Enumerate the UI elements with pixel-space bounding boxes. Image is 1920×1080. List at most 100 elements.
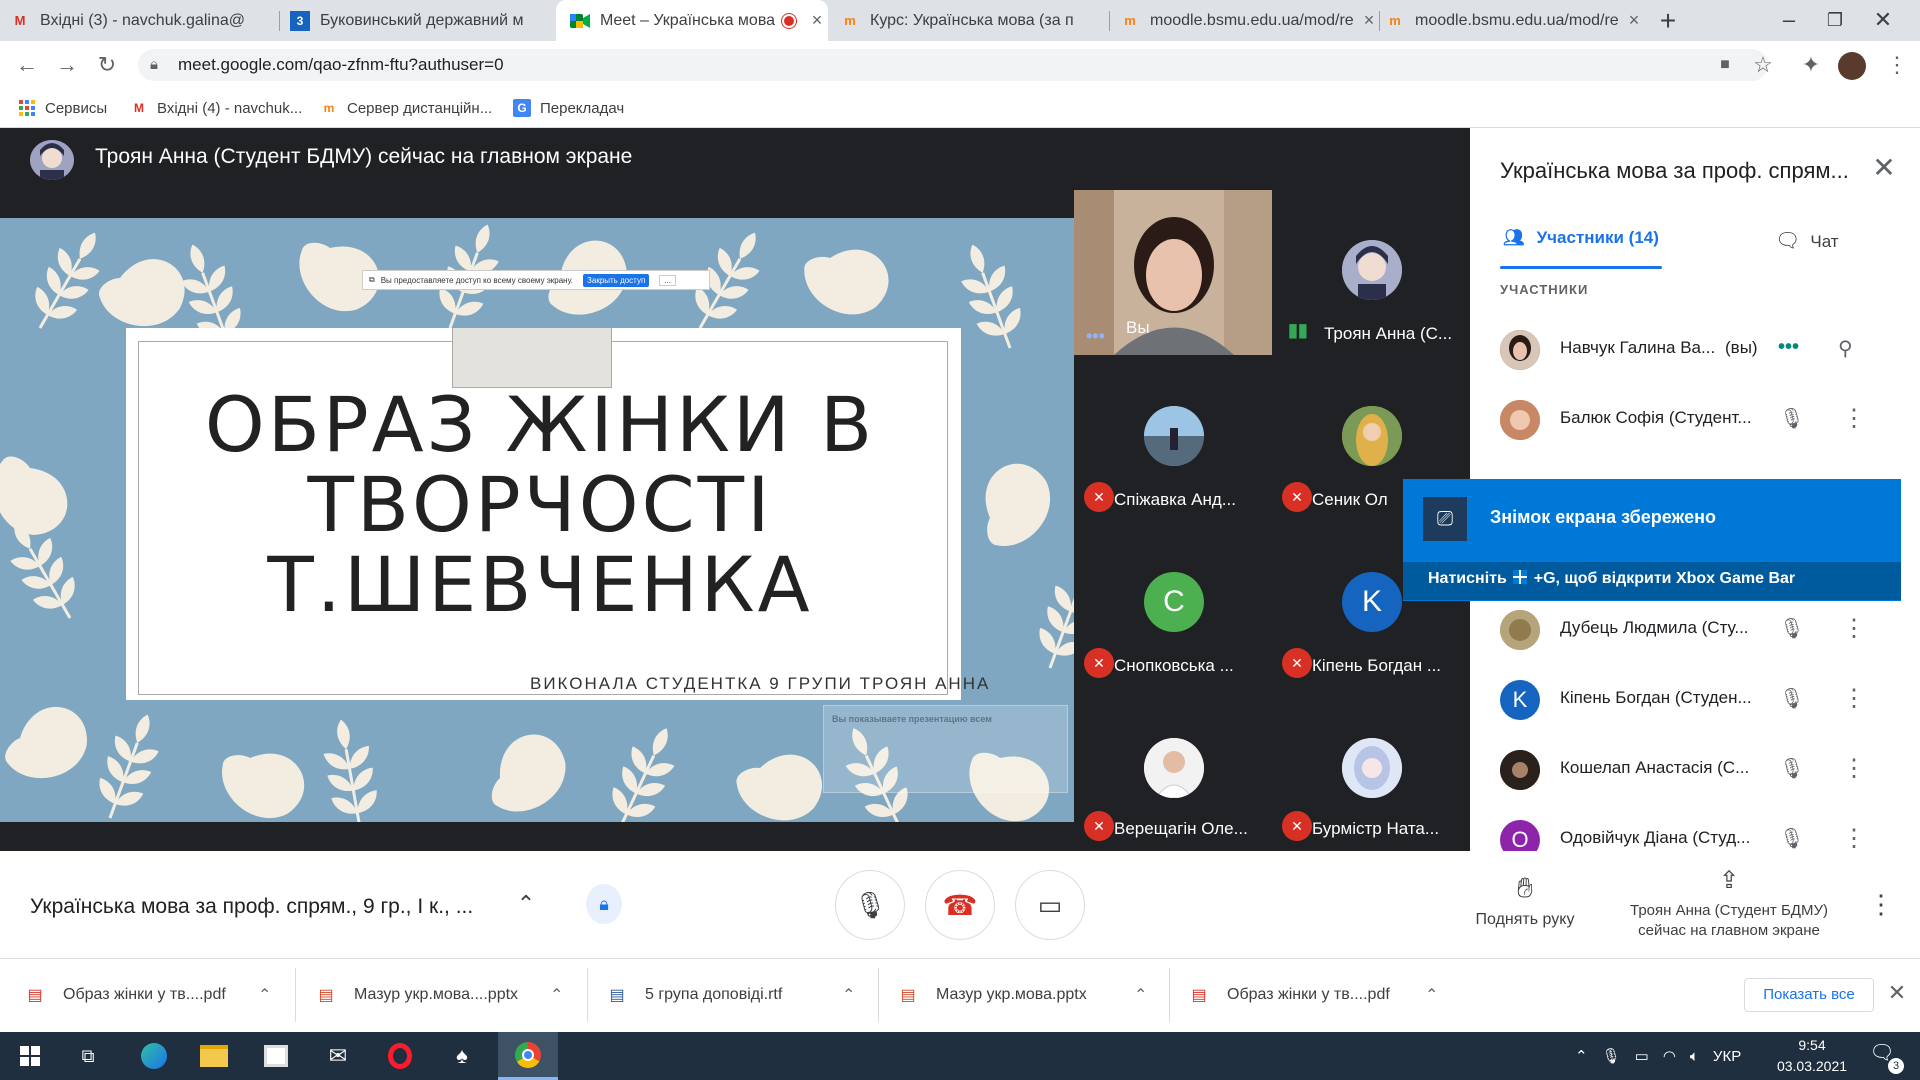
tab-participants[interactable]: 👥︎ Участники (14) xyxy=(1503,228,1659,248)
extensions-icon[interactable]: ✦ xyxy=(1796,51,1826,79)
participant-tile-spizhavka[interactable]: ✕ Спіжавка Анд... xyxy=(1074,356,1272,522)
close-downloads-icon[interactable]: ✕ xyxy=(1882,980,1912,1010)
battery-icon[interactable]: ▭ xyxy=(1635,1047,1649,1065)
camera-button[interactable]: ▭ xyxy=(1015,870,1085,940)
more-options-icon[interactable]: ⋮ xyxy=(1866,890,1896,920)
hide-notice-button[interactable]: ... xyxy=(659,274,676,286)
opera-icon[interactable] xyxy=(374,1032,426,1080)
mic-off-icon[interactable]: 🎙︎ xyxy=(1778,826,1806,851)
edge-browser-icon[interactable] xyxy=(128,1032,180,1080)
pin-icon[interactable]: ⚲ xyxy=(1838,336,1853,361)
participant-tile-troian[interactable]: ▮▮ Троян Анна (С... xyxy=(1272,190,1470,356)
language-indicator[interactable]: УКР xyxy=(1713,1048,1741,1065)
meeting-title[interactable]: Українська мова за проф. спрям., 9 гр., … xyxy=(30,895,500,919)
presenting-status-button[interactable]: ⇪ Троян Анна (Студент БДМУ) сейчас на гл… xyxy=(1606,866,1852,941)
browser-tab-meet[interactable]: Meet – Українська мова × xyxy=(556,0,828,41)
chevron-up-icon[interactable]: ⌃ xyxy=(842,985,855,1005)
participant-tile-snopkovska[interactable]: С ✕ Снопковська ... xyxy=(1074,522,1272,688)
participant-row[interactable]: О Одовійчук Діана (Студ... 🎙︎ ⋮ xyxy=(1500,814,1900,851)
back-icon[interactable]: ← xyxy=(12,51,42,79)
more-options-icon[interactable]: ⋮ xyxy=(1842,826,1866,852)
participant-row[interactable]: Навчук Галина Ва... (вы) ••• ⚲ xyxy=(1500,324,1900,376)
more-options-icon[interactable]: ⋮ xyxy=(1842,616,1866,644)
microphone-icon: 🎙︎ xyxy=(853,889,887,920)
close-panel-icon[interactable]: ✕ xyxy=(1868,152,1900,184)
participant-row[interactable]: Кошелап Анастасія (С... 🎙︎ ⋮ xyxy=(1500,744,1900,796)
clock-time: 9:54 xyxy=(1798,1037,1826,1053)
mic-off-icon[interactable]: 🎙︎ xyxy=(1778,616,1806,644)
divider xyxy=(295,968,296,1022)
microphone-tray-icon[interactable]: 🎙︎ xyxy=(1602,1047,1621,1065)
more-options-icon[interactable]: ⋮ xyxy=(1842,406,1866,434)
download-item[interactable]: ▤ Образ жінки у тв....pdf ⌃ xyxy=(1189,958,1449,1032)
browser-tab-moodle-2[interactable]: m moodle.bsmu.edu.ua/mod/re × xyxy=(1385,0,1645,41)
host-controls-shield-icon[interactable]: 🔒︎ xyxy=(586,884,622,924)
download-item[interactable]: ▤ Образ жінки у тв....pdf ⌃ xyxy=(25,958,275,1032)
chevron-up-icon[interactable]: ⌃ xyxy=(258,985,271,1005)
stop-sharing-button[interactable]: Закрыть доступ xyxy=(583,273,650,287)
participant-row[interactable]: K Кіпень Богдан (Студен... 🎙︎ ⋮ xyxy=(1500,674,1900,726)
system-clock[interactable]: 9:54 03.03.2021 xyxy=(1772,1035,1852,1077)
slide-title: ОБРАЗ ЖІНКИ В ТВОРЧОСТІ Т.ШЕВЧЕНКА xyxy=(204,380,876,629)
chevron-up-icon[interactable]: ⌃ xyxy=(510,888,542,920)
more-options-icon[interactable]: ⋮ xyxy=(1842,756,1866,784)
close-tab-icon[interactable]: × xyxy=(1623,10,1645,31)
more-options-icon[interactable]: ⋮ xyxy=(1842,686,1866,714)
store-icon[interactable] xyxy=(250,1032,302,1080)
chevron-up-icon[interactable]: ⌃ xyxy=(1425,985,1438,1005)
bookmark-gmail[interactable]: M Вхідні (4) - navchuk... xyxy=(130,96,302,120)
leave-call-button[interactable]: ☎︎ xyxy=(925,870,995,940)
minimize-window-icon[interactable]: – xyxy=(1766,0,1812,41)
download-item[interactable]: ▤ 5 група доповіді.rtf ⌃ xyxy=(607,958,867,1032)
profile-avatar[interactable] xyxy=(1838,52,1866,80)
participant-tile-vereshchagin[interactable]: ✕ Верещагін Оле... xyxy=(1074,688,1272,851)
browser-tab-gmail[interactable]: M Вхідні (3) - navchuk.galina@ xyxy=(10,0,280,41)
mic-off-icon: ✕ xyxy=(1084,482,1114,512)
new-tab-button[interactable]: + xyxy=(1650,4,1686,38)
bookmark-star-icon[interactable]: ☆ xyxy=(1748,51,1778,79)
mic-off-icon[interactable]: 🎙︎ xyxy=(1778,756,1806,784)
raise-hand-button[interactable]: ✋︎ Поднять руку xyxy=(1460,872,1590,929)
close-tab-icon[interactable]: × xyxy=(1358,10,1380,31)
download-item[interactable]: ▤ Мазур укр.мова....pptx ⌃ xyxy=(316,958,576,1032)
lock-icon[interactable]: 🔒︎ xyxy=(150,56,158,73)
browser-tab-bsmu[interactable]: 3 Буковинський державний м xyxy=(290,0,560,41)
browser-tab-moodle-course[interactable]: m Курс: Українська мова (за п xyxy=(840,0,1110,41)
url-text[interactable]: meet.google.com/qao-zfnm-ftu?authuser=0 xyxy=(178,55,504,75)
bookmark-moodle[interactable]: m Сервер дистанційн... xyxy=(320,96,493,120)
chevron-up-icon[interactable]: ⌃ xyxy=(1575,1047,1588,1065)
mic-off-icon[interactable]: 🎙︎ xyxy=(1778,686,1806,714)
close-tab-icon[interactable]: × xyxy=(806,10,828,31)
show-all-downloads-button[interactable]: Показать все xyxy=(1744,978,1874,1012)
maximize-window-icon[interactable]: ❐ xyxy=(1812,0,1858,41)
bookmark-apps[interactable]: Сервисы xyxy=(18,96,107,120)
file-explorer-icon[interactable] xyxy=(188,1032,240,1080)
microphone-button[interactable]: 🎙︎ xyxy=(835,870,905,940)
participant-tile-burmistr[interactable]: ✕ Бурмістр Ната... xyxy=(1272,688,1470,851)
close-window-icon[interactable]: ✕ xyxy=(1860,0,1906,41)
browser-tab-moodle-1[interactable]: m moodle.bsmu.edu.ua/mod/re × xyxy=(1110,0,1380,41)
task-view-icon[interactable]: ⧉ xyxy=(62,1032,114,1080)
windows-start-icon[interactable] xyxy=(4,1032,56,1080)
self-video-tile[interactable]: ••• Вы xyxy=(1074,190,1273,355)
mail-icon[interactable]: ✉ xyxy=(312,1032,364,1080)
wifi-icon[interactable]: ◠ xyxy=(1663,1047,1676,1065)
bookmark-label: Перекладач xyxy=(540,99,625,117)
download-item[interactable]: ▤ Мазур укр.мова.pptx ⌃ xyxy=(898,958,1158,1032)
solitaire-icon[interactable]: ♠ xyxy=(436,1032,488,1080)
chevron-up-icon[interactable]: ⌃ xyxy=(1134,985,1147,1005)
chevron-up-icon[interactable]: ⌃ xyxy=(550,985,563,1005)
bookmark-translate[interactable]: G Перекладач xyxy=(513,96,624,120)
tab-chat[interactable]: 🗨︎ Чат xyxy=(1775,228,1839,253)
forward-icon[interactable]: → xyxy=(52,51,82,79)
camera-in-use-icon[interactable]: ■ xyxy=(1710,51,1740,79)
bookmark-label: Сервер дистанційн... xyxy=(347,99,493,117)
chrome-taskbar-icon[interactable] xyxy=(498,1032,558,1080)
recording-indicator-icon xyxy=(782,13,796,28)
participant-row[interactable]: Балюк Софія (Студент... 🎙︎ ⋮ xyxy=(1500,394,1900,446)
reload-icon[interactable]: ↻ xyxy=(92,51,122,79)
mic-off-icon[interactable]: 🎙︎ xyxy=(1778,406,1806,434)
browser-menu-icon[interactable]: ⋮ xyxy=(1882,51,1912,79)
participant-row[interactable]: Дубець Людмила (Сту... 🎙︎ ⋮ xyxy=(1500,604,1900,656)
volume-icon[interactable]: 🔈︎ xyxy=(1690,1048,1699,1065)
